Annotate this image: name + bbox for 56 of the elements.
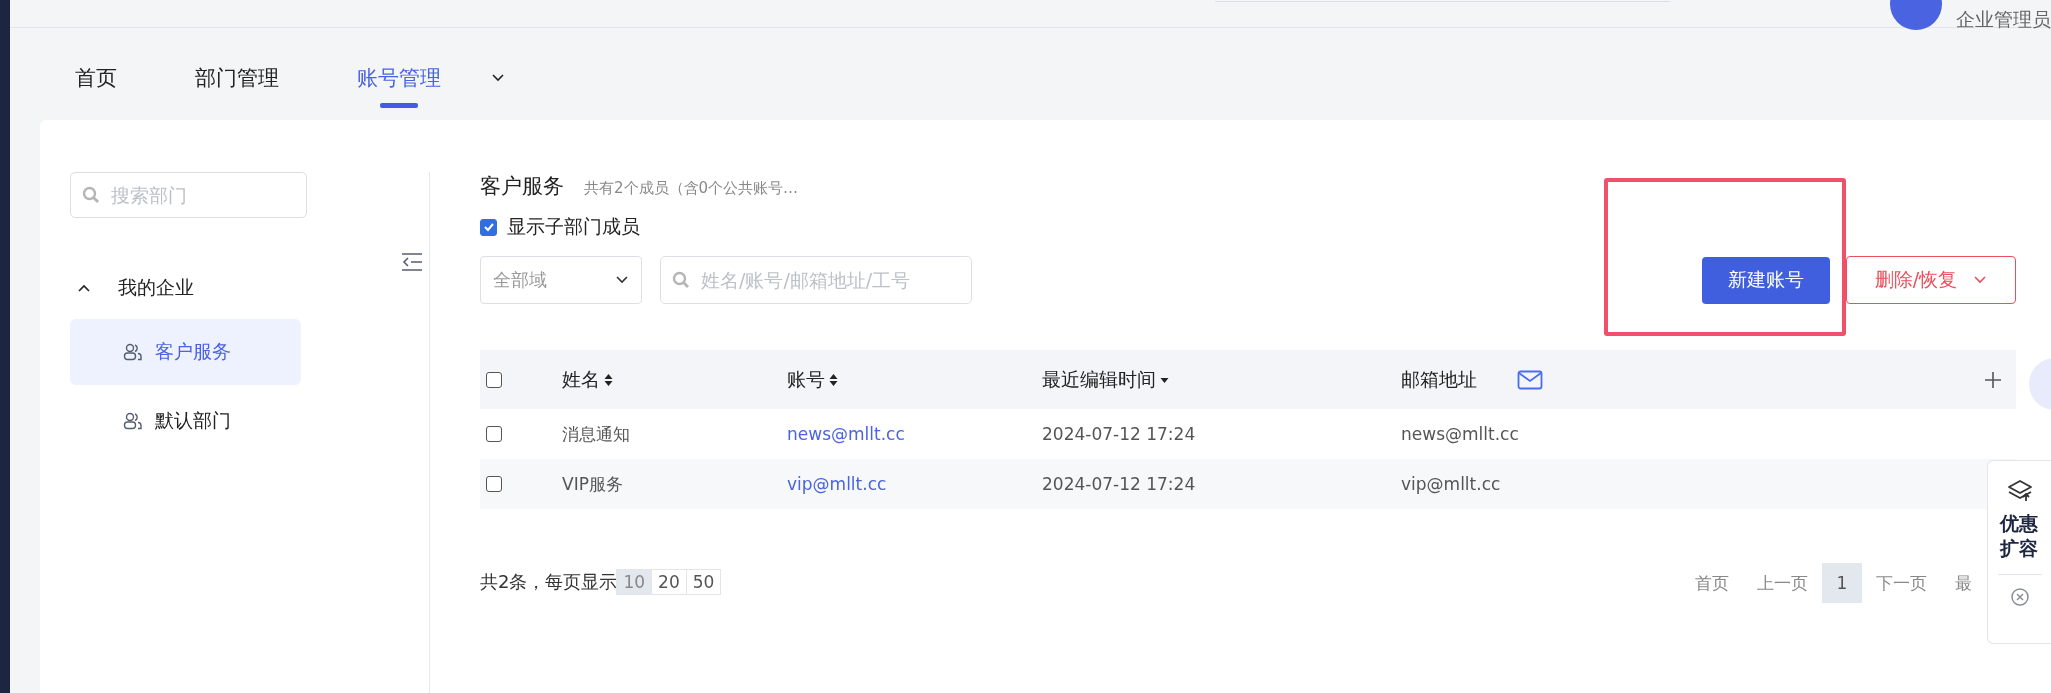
- department-item[interactable]: 客户服务: [70, 319, 301, 385]
- tree-node[interactable]: 我的企业: [70, 273, 307, 303]
- select-all-checkbox[interactable]: [486, 371, 502, 388]
- department-item[interactable]: 默认部门: [70, 388, 301, 454]
- chevron-down-icon: [615, 275, 629, 285]
- user-role: 企业管理员: [1956, 7, 2051, 32]
- search-icon: [82, 186, 100, 204]
- member-summary: 共有2个成员（含0个公共账号…: [584, 179, 799, 198]
- new-account-button[interactable]: 新建账号: [1702, 256, 1830, 304]
- sort-icon[interactable]: [604, 372, 613, 387]
- account-link[interactable]: news@mllt.cc: [787, 424, 905, 444]
- table-cell: 消息通知: [562, 422, 630, 446]
- layers-icon[interactable]: [2006, 479, 2033, 503]
- users-icon: [123, 412, 143, 430]
- page-link[interactable]: 上一页: [1743, 563, 1822, 603]
- column-header[interactable]: 账号: [787, 366, 825, 393]
- chevron-down-icon[interactable]: [491, 73, 505, 83]
- account-link[interactable]: vip@mllt.cc: [787, 474, 887, 494]
- close-icon[interactable]: [2009, 587, 2030, 608]
- nav-tab[interactable]: 首页: [75, 48, 117, 108]
- member-search-field[interactable]: 姓名/账号/邮箱地址/工号: [660, 256, 972, 304]
- page-link[interactable]: 首页: [1681, 563, 1743, 603]
- checkbox[interactable]: [480, 218, 497, 236]
- row-checkbox[interactable]: [486, 476, 502, 492]
- table-cell: 2024-07-12 17:24: [1042, 424, 1196, 444]
- department-search-field[interactable]: 搜索部门: [70, 172, 307, 218]
- chevron-up-icon: [77, 283, 91, 293]
- nav-tab[interactable]: 部门管理: [195, 48, 279, 108]
- search-icon: [672, 271, 690, 289]
- sort-descending-icon[interactable]: [1160, 376, 1169, 383]
- checkbox-label: 显示子部门成员: [507, 214, 640, 239]
- sort-icon[interactable]: [829, 372, 838, 387]
- chevron-down-icon: [1973, 275, 1988, 285]
- page-number[interactable]: 1: [1822, 563, 1862, 603]
- promo-label[interactable]: 优惠扩容: [1999, 511, 2040, 561]
- nav-tab[interactable]: 账号管理: [357, 48, 441, 108]
- page-size-option[interactable]: 50: [685, 569, 722, 595]
- total-count: 共2条，每页显示: [480, 570, 618, 594]
- table-cell: 2024-07-12 17:24: [1042, 474, 1196, 494]
- row-checkbox[interactable]: [486, 426, 502, 442]
- users-icon: [123, 343, 143, 361]
- column-header[interactable]: 姓名: [562, 366, 600, 393]
- page-size-option[interactable]: 20: [651, 569, 687, 595]
- collapse-menu-icon[interactable]: [401, 252, 423, 272]
- table-cell: VIP服务: [562, 472, 623, 496]
- table-cell: vip@mllt.cc: [1401, 474, 1501, 494]
- column-header[interactable]: 邮箱地址: [1401, 366, 1477, 393]
- page-link[interactable]: 最: [1941, 563, 1986, 603]
- add-column-icon[interactable]: [1984, 370, 2002, 389]
- table-cell: news@mllt.cc: [1401, 424, 1519, 444]
- check-icon: [482, 221, 495, 233]
- column-header[interactable]: 最近编辑时间: [1042, 366, 1156, 393]
- page-link[interactable]: 下一页: [1862, 563, 1941, 603]
- department-title: 客户服务: [480, 173, 564, 200]
- mail-icon[interactable]: [1517, 369, 1543, 390]
- delete-restore-button[interactable]: 删除/恢复: [1846, 256, 2016, 304]
